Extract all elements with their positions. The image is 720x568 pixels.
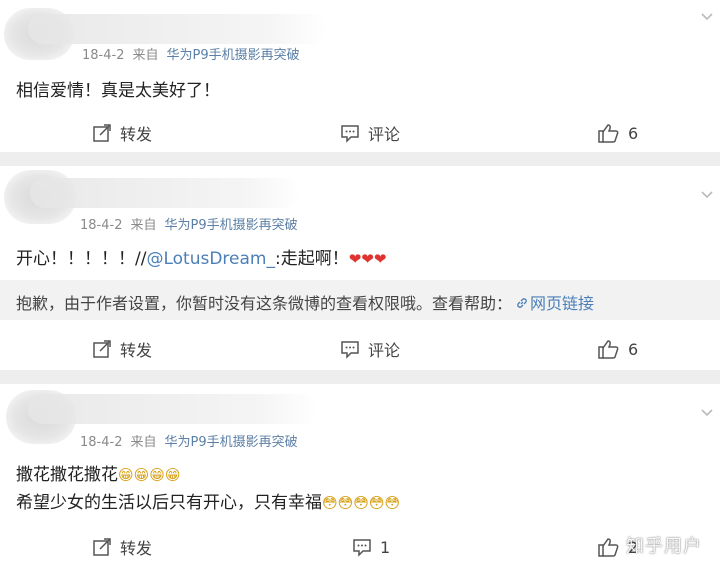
divider	[0, 370, 720, 384]
post-text: 撒花撒花撒花	[16, 465, 118, 485]
post-meta: 18-4-2 来自 华为P9手机摄影再突破	[82, 44, 300, 63]
post-text: 开心！！！！！//@LotusDream_:走起啊！❤❤❤	[16, 244, 386, 269]
post-card-2: 18-4-2 来自 华为P9手机摄影再突破 开心！！！！！//@LotusDream…	[0, 166, 720, 370]
comment-icon	[341, 125, 359, 143]
chevron-down-icon[interactable]	[700, 10, 714, 24]
post-date: 18-4-2	[80, 435, 123, 450]
flushed-emoji: 😳😳😳😳😳	[322, 494, 401, 512]
thumbs-up-icon	[598, 340, 619, 359]
repost-label: 转发	[120, 125, 153, 144]
post-meta: 18-4-2 来自 华为P9手机摄影再突破	[80, 214, 298, 233]
post-meta: 18-4-2 来自 华为P9手机摄影再突破	[80, 431, 298, 450]
repost-button[interactable]: 转发	[92, 118, 152, 148]
source-link[interactable]: 华为P9手机摄影再突破	[166, 48, 299, 63]
post-text-prefix: 开心！！！！！//	[16, 249, 147, 269]
mention-link[interactable]: @LotusDream_	[146, 249, 275, 269]
post-card-1: 18-4-2 来自 华为P9手机摄影再突破 相信爱情！真是太美好了！ 转发 评论 6	[0, 0, 720, 152]
from-label: 来自	[132, 48, 159, 63]
repost-button[interactable]: 转发	[92, 334, 152, 364]
divider	[0, 152, 720, 166]
post-date: 18-4-2	[82, 48, 125, 63]
post-text: 相信爱情！真是太美好了！	[16, 81, 220, 101]
source-link[interactable]: 华为P9手机摄影再突破	[164, 218, 297, 233]
comment-count: 1	[380, 537, 391, 557]
from-label: 来自	[130, 218, 157, 233]
action-bar: 转发 评论 6	[0, 118, 720, 148]
permission-notice: 抱歉，由于作者设置，你暂时没有这条微博的查看权限哦。查看帮助： 网页链接	[0, 280, 720, 320]
post-card-3: 18-4-2 来自 华为P9手机摄影再突破 撒花撒花撒花😁😁😁😁 希望少女的生活以后…	[0, 384, 720, 568]
post-text-line-1: 撒花撒花撒花😁😁😁😁	[16, 460, 181, 485]
like-count: 6	[628, 123, 639, 143]
comment-button[interactable]: 1	[352, 532, 390, 562]
repost-icon	[93, 124, 111, 142]
comment-icon	[353, 539, 371, 557]
like-button[interactable]: 6	[598, 118, 638, 148]
post-text: 希望少女的生活以后只有开心，只有幸福	[16, 493, 322, 513]
notice-text-wrap: 抱歉，由于作者设置，你暂时没有这条微博的查看权限哦。查看帮助： 网页链接	[16, 290, 594, 314]
post-date: 18-4-2	[80, 218, 123, 233]
username-blurred[interactable]	[28, 394, 318, 424]
action-bar: 转发 1 2	[0, 532, 720, 562]
watermark: 知乎用户	[626, 536, 702, 557]
repost-label: 转发	[120, 341, 153, 360]
comment-button[interactable]: 评论	[340, 334, 400, 364]
like-count: 6	[628, 339, 639, 359]
comment-icon	[341, 341, 359, 359]
web-link-label: 网页链接	[530, 294, 595, 313]
notice-text: 抱歉，由于作者设置，你暂时没有这条微博的查看权限哦。查看帮助：	[16, 294, 513, 313]
like-button[interactable]: 6	[598, 334, 638, 364]
chevron-down-icon[interactable]	[700, 188, 714, 202]
comment-label: 评论	[368, 125, 401, 144]
heart-emoji: ❤❤❤	[348, 250, 387, 268]
comment-button[interactable]: 评论	[340, 118, 400, 148]
username-blurred[interactable]	[30, 178, 300, 208]
chevron-down-icon[interactable]	[700, 406, 714, 420]
web-link[interactable]: 网页链接	[512, 294, 594, 313]
grin-emoji: 😁😁😁😁	[118, 466, 181, 484]
post-text-line-2: 希望少女的生活以后只有开心，只有幸福😳😳😳😳😳	[16, 488, 400, 513]
post-text-suffix: :走起啊！	[274, 249, 349, 269]
repost-icon	[93, 538, 111, 556]
comment-label: 评论	[368, 341, 401, 360]
repost-button[interactable]: 转发	[92, 532, 152, 562]
from-label: 来自	[130, 435, 157, 450]
repost-label: 转发	[120, 539, 153, 558]
source-link[interactable]: 华为P9手机摄影再突破	[164, 435, 297, 450]
thumbs-up-icon	[598, 124, 619, 143]
username-blurred[interactable]	[28, 14, 328, 44]
action-bar: 转发 评论 6	[0, 334, 720, 364]
link-icon	[517, 298, 527, 308]
repost-icon	[93, 340, 111, 358]
thumbs-up-icon	[598, 538, 619, 557]
